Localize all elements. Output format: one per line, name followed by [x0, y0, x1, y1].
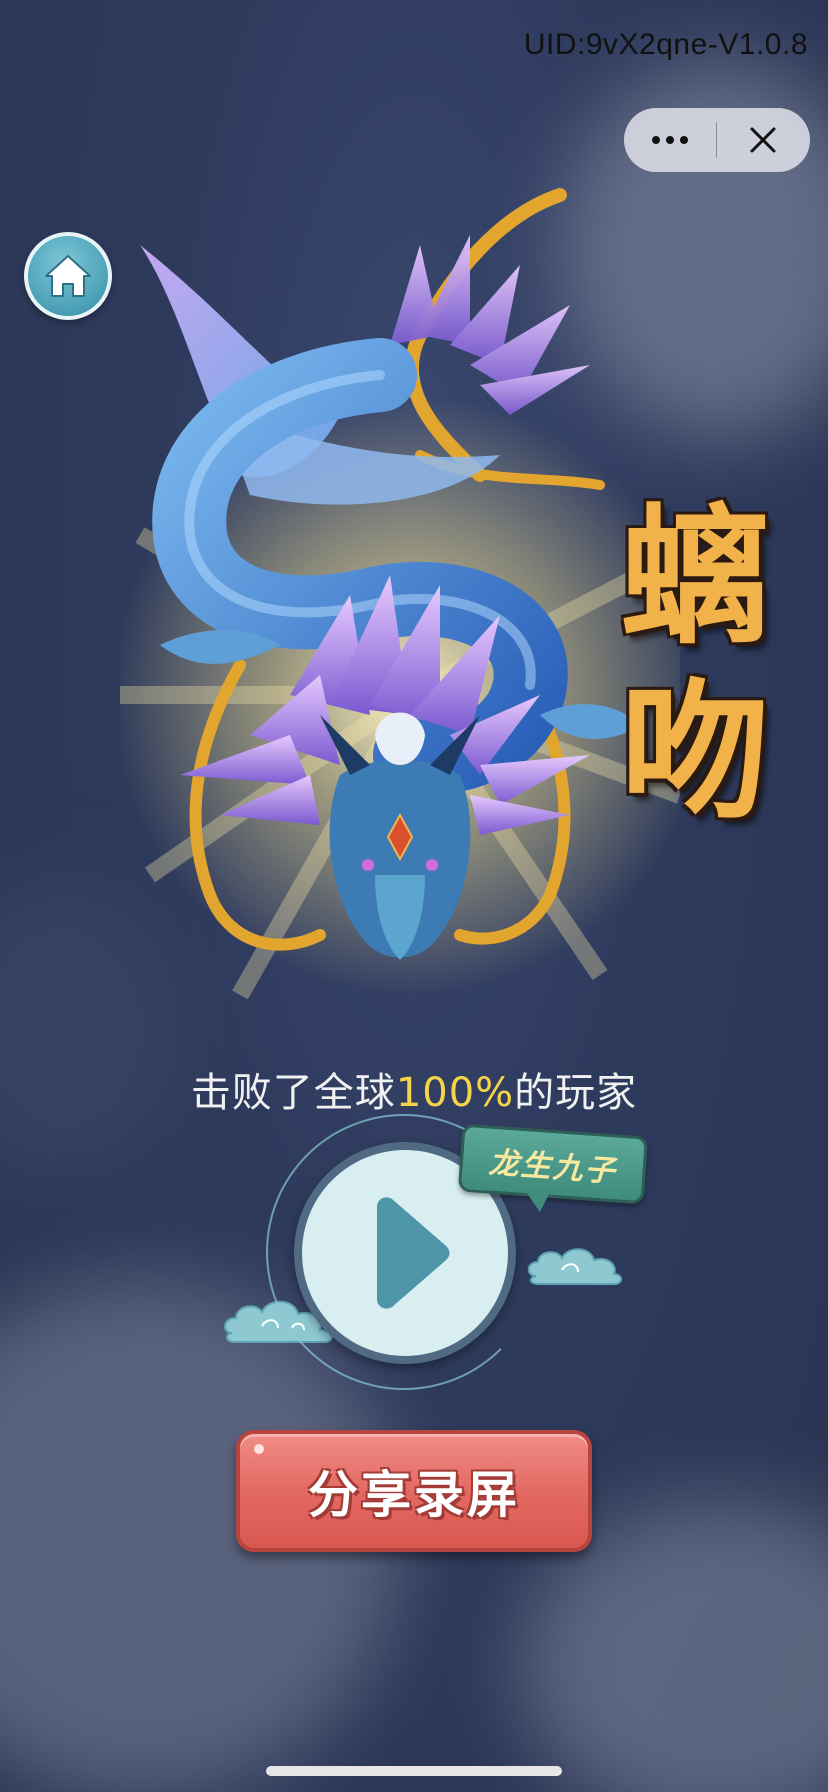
- ellipsis-icon: [652, 136, 688, 144]
- dragon-illustration: [120, 188, 680, 1000]
- play-icon: [377, 1197, 450, 1309]
- uid-label: UID:9vX2qne-V1.0.8: [523, 28, 808, 61]
- button-shine: [254, 1444, 264, 1454]
- miniprogram-capsule: [624, 108, 810, 172]
- share-recording-button[interactable]: 分享录屏: [236, 1430, 592, 1552]
- home-icon: [45, 255, 91, 297]
- badge-tail: [526, 1192, 550, 1212]
- badge-label: 龙生九子: [487, 1145, 618, 1190]
- character-name: 螭 吻: [610, 490, 780, 840]
- share-recording-label: 分享录屏: [308, 1466, 520, 1524]
- nine-sons-badge[interactable]: 龙生九子: [457, 1123, 649, 1205]
- more-button[interactable]: [624, 108, 716, 172]
- character-name-char-1: 螭: [619, 489, 770, 665]
- home-button[interactable]: [24, 232, 112, 320]
- character-name-char-2: 吻: [619, 664, 770, 840]
- replay-area: 龙生九子: [224, 1110, 650, 1420]
- result-screen: UID:9vX2qne-V1.0.8 螭 吻 击败了全球100%的玩家 龙生九子…: [0, 0, 828, 1792]
- close-button[interactable]: [717, 108, 809, 172]
- close-icon: [750, 127, 776, 153]
- home-indicator[interactable]: [266, 1766, 562, 1776]
